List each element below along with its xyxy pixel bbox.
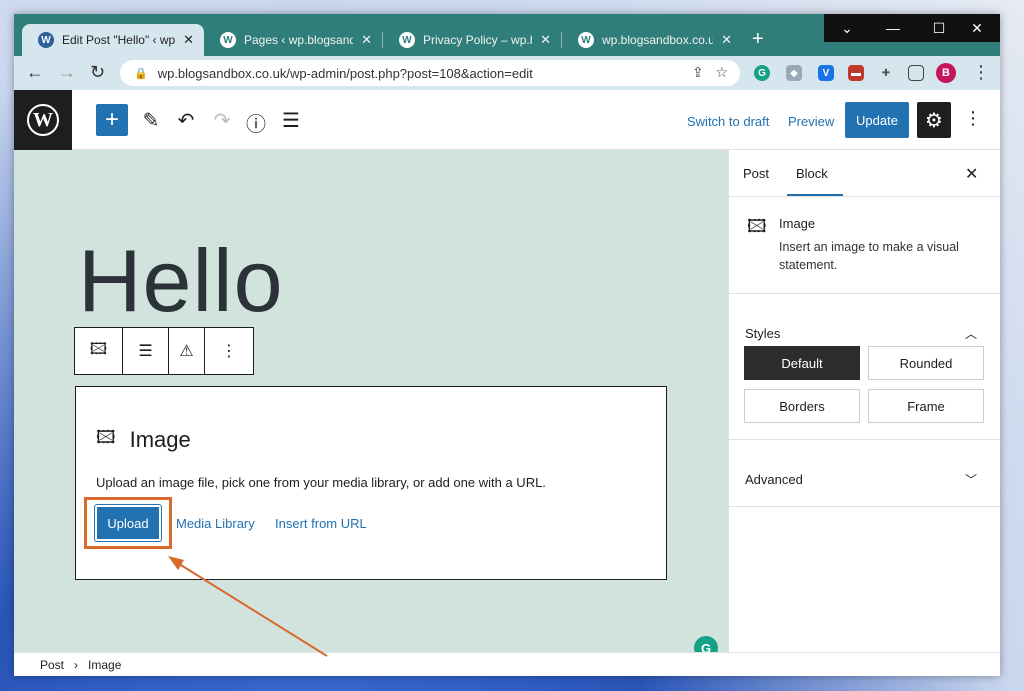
switch-to-draft-link[interactable]: Switch to draft <box>687 114 769 129</box>
shield-extension-icon[interactable]: ◆ <box>786 65 802 81</box>
browser-window: W Edit Post "Hello" ‹ wp.b ✕ W Pages ‹ w… <box>14 14 1000 676</box>
style-frame-button[interactable]: Frame <box>868 389 984 423</box>
red-extension-icon[interactable]: ▬ <box>848 65 864 81</box>
block-description: Insert an image to make a visual stateme… <box>779 240 959 272</box>
wordpress-logo-icon: W <box>27 104 59 136</box>
new-tab-button[interactable]: + <box>752 28 764 51</box>
address-bar-row: ← → ↻ 🔒 wp.blogsandbox.co.uk/wp-admin/po… <box>14 56 1000 90</box>
tab-edit-post[interactable]: W Edit Post "Hello" ‹ wp.b ✕ <box>22 24 204 56</box>
redo-icon[interactable]: ↷ <box>210 108 234 133</box>
align-icon[interactable]: ☰ <box>123 328 169 374</box>
wordpress-favicon-icon: W <box>399 32 415 48</box>
tab-strip: W Edit Post "Hello" ‹ wp.b ✕ W Pages ‹ w… <box>14 14 1000 56</box>
image-placeholder-block: 🖾 Image Upload an image file, pick one f… <box>75 386 667 580</box>
breadcrumb-image[interactable]: Image <box>88 658 121 672</box>
info-icon[interactable]: ⓘ <box>244 108 268 137</box>
add-block-button[interactable]: + <box>96 104 128 136</box>
wordpress-favicon-icon: W <box>578 32 594 48</box>
grammarly-extension-icon[interactable]: G <box>754 65 770 81</box>
image-block-icon[interactable]: 🖾 <box>75 328 123 374</box>
wordpress-logo[interactable]: W <box>14 90 72 150</box>
tab-title: wp.blogsandbox.co.uk <box>602 33 714 47</box>
side-panel-icon[interactable] <box>908 65 924 81</box>
minimize-icon[interactable]: — <box>870 14 916 42</box>
lock-icon: 🔒 <box>134 67 148 80</box>
image-icon: 🖾 <box>96 427 116 447</box>
settings-gear-icon[interactable]: ⚙ <box>917 102 951 138</box>
more-options-icon[interactable]: ⋮ <box>205 328 253 374</box>
tab-search-chevron-icon[interactable]: ⌄ <box>824 14 870 42</box>
tab-title: Edit Post "Hello" ‹ wp.b <box>62 33 176 47</box>
warning-icon[interactable]: ⚠ <box>169 328 205 374</box>
tab-post[interactable]: Post <box>743 166 769 181</box>
style-rounded-button[interactable]: Rounded <box>868 346 984 380</box>
undo-icon[interactable]: ↶ <box>174 108 198 133</box>
image-block-title: 🖾 Image <box>96 425 191 455</box>
block-toolbar: 🖾 ☰ ⚠ ⋮ <box>74 327 254 375</box>
forward-arrow-icon[interactable]: → <box>58 62 76 83</box>
close-tab-icon[interactable]: ✕ <box>540 32 551 48</box>
url-bar[interactable]: 🔒 wp.blogsandbox.co.uk/wp-admin/post.php… <box>120 60 740 86</box>
divider <box>729 439 1000 440</box>
pencil-tools-icon[interactable]: ✎ <box>139 108 163 133</box>
chevron-up-icon[interactable]: ︿ <box>965 325 977 342</box>
breadcrumb: Post › Image <box>14 652 1000 676</box>
close-tab-icon[interactable]: ✕ <box>721 32 732 48</box>
style-default-button[interactable]: Default <box>744 346 860 380</box>
divider <box>729 506 1000 507</box>
wordpress-favicon-icon: W <box>38 32 54 48</box>
tab-pages[interactable]: W Pages ‹ wp.blogsandbox ✕ <box>204 24 382 56</box>
media-library-link[interactable]: Media Library <box>176 516 255 531</box>
wordpress-favicon-icon: W <box>220 32 236 48</box>
style-borders-button[interactable]: Borders <box>744 389 860 423</box>
upload-button[interactable]: Upload <box>95 505 161 541</box>
close-tab-icon[interactable]: ✕ <box>361 32 372 48</box>
breadcrumb-post[interactable]: Post <box>40 658 64 672</box>
close-window-icon[interactable]: ✕ <box>954 14 1000 42</box>
divider <box>729 293 1000 294</box>
share-and-star-icons[interactable]: ⇪ ☆ <box>692 64 728 81</box>
options-menu-icon[interactable]: ⋮ <box>964 108 982 129</box>
advanced-heading[interactable]: Advanced <box>745 472 803 487</box>
vimeo-extension-icon[interactable]: V <box>818 65 834 81</box>
insert-from-url-link[interactable]: Insert from URL <box>275 516 367 531</box>
block-name: Image <box>779 216 816 231</box>
back-arrow-icon[interactable]: ← <box>26 62 44 83</box>
post-heading[interactable]: Hello <box>78 230 284 332</box>
preview-link[interactable]: Preview <box>788 114 834 129</box>
puzzle-extensions-icon[interactable]: ✚ <box>878 65 894 81</box>
tab-block[interactable]: Block <box>796 166 828 181</box>
profile-avatar[interactable]: B <box>936 63 956 83</box>
close-sidebar-icon[interactable]: ✕ <box>965 164 978 184</box>
reload-icon[interactable]: ↻ <box>90 62 105 83</box>
editor-toolbar: W + ✎ ↶ ↷ ⓘ ☰ Switch to draft Preview Up… <box>14 90 1000 150</box>
editor-canvas: Hello 🖾 ☰ ⚠ ⋮ 🖾 Image Upload an image fi… <box>14 150 728 660</box>
divider <box>729 196 1000 197</box>
tab-title: Pages ‹ wp.blogsandbox <box>244 33 354 47</box>
settings-sidebar: Post Block ✕ 🖾 Image Insert an image to … <box>728 150 1000 652</box>
tab-title: Privacy Policy – wp.blog <box>423 33 532 47</box>
styles-heading[interactable]: Styles <box>745 326 780 341</box>
url-text: wp.blogsandbox.co.uk/wp-admin/post.php?p… <box>157 65 533 81</box>
chrome-menu-icon[interactable]: ⋮ <box>972 62 990 83</box>
close-tab-icon[interactable]: ✕ <box>183 32 194 48</box>
image-block-title-text: Image <box>129 427 191 452</box>
list-view-icon[interactable]: ☰ <box>279 108 303 133</box>
image-icon: 🖾 <box>747 216 767 236</box>
tab-site[interactable]: W wp.blogsandbox.co.uk ✕ <box>562 24 742 56</box>
chevron-right-icon: › <box>74 657 79 672</box>
chevron-down-icon[interactable]: ﹀ <box>965 471 977 488</box>
tab-privacy-policy[interactable]: W Privacy Policy – wp.blog ✕ <box>383 24 561 56</box>
image-block-description: Upload an image file, pick one from your… <box>96 475 546 490</box>
update-button[interactable]: Update <box>845 102 909 138</box>
